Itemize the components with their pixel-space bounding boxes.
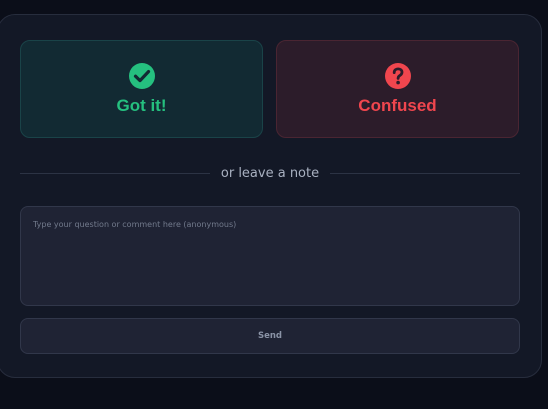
divider-line-right: [330, 172, 520, 174]
got-it-button[interactable]: Got it!: [20, 40, 263, 138]
feedback-panel: Got it! Confused or leave a note Send: [0, 14, 542, 378]
note-textarea[interactable]: [20, 206, 520, 306]
question-circle-icon: [384, 62, 412, 90]
send-button[interactable]: Send: [20, 318, 520, 354]
confused-button[interactable]: Confused: [276, 40, 519, 138]
divider-line-left: [20, 172, 210, 174]
got-it-label: Got it!: [116, 96, 167, 115]
check-circle-icon: [128, 62, 156, 90]
divider: or leave a note: [20, 163, 520, 183]
confused-label: Confused: [358, 96, 437, 115]
divider-text: or leave a note: [220, 165, 320, 181]
